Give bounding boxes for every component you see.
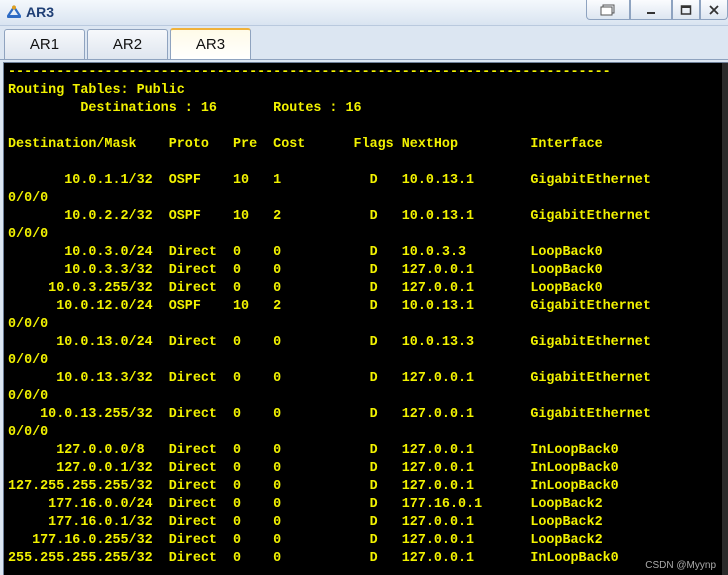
maximize-button[interactable] [672, 0, 700, 20]
tab-ar1[interactable]: AR1 [4, 29, 85, 59]
terminal-scrollbar[interactable] [722, 63, 728, 575]
tab-ar2[interactable]: AR2 [87, 29, 168, 59]
restore-window-button[interactable] [586, 0, 630, 20]
restore-window-icon [600, 4, 615, 15]
close-icon [709, 4, 719, 15]
router-icon [6, 4, 22, 20]
minimize-button[interactable] [630, 0, 672, 20]
close-button[interactable] [700, 0, 728, 20]
title-bar[interactable]: AR3 [0, 0, 728, 26]
app-window: AR3 AR1 AR2 AR3 ------------------------… [0, 0, 728, 575]
routing-table-output: ----------------------------------------… [8, 65, 651, 566]
minimize-icon [647, 11, 655, 14]
window-title: AR3 [26, 4, 55, 20]
watermark: CSDN @Myynp [645, 560, 716, 571]
maximize-icon [680, 4, 692, 15]
terminal-console[interactable]: ----------------------------------------… [3, 62, 728, 575]
tab-divider [0, 59, 728, 60]
tab-ar3[interactable]: AR3 [170, 28, 251, 60]
device-tab-bar: AR1 AR2 AR3 [0, 26, 728, 60]
